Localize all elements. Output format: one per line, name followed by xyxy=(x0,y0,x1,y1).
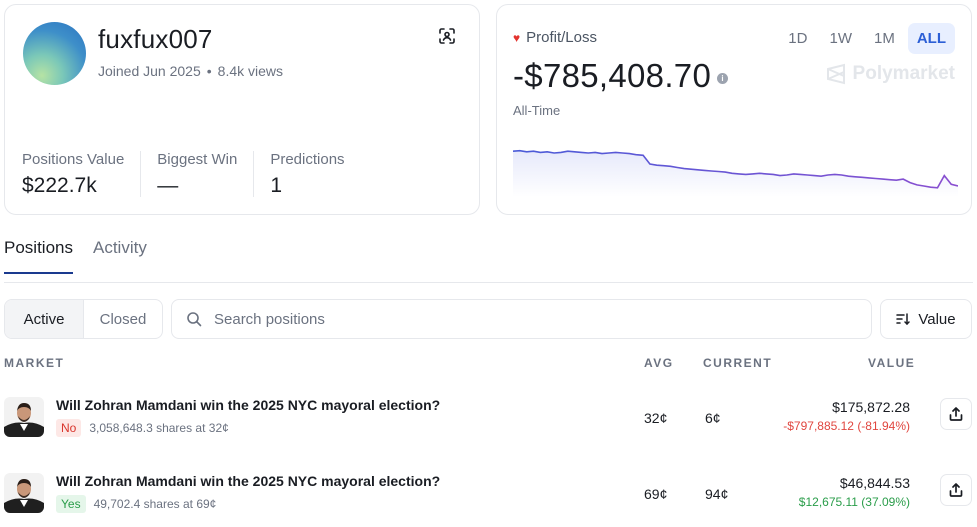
current-price: 94¢ xyxy=(705,486,729,502)
stat-label: Predictions xyxy=(270,151,345,168)
avg-price: 69¢ xyxy=(644,486,668,502)
sort-icon xyxy=(896,313,911,326)
profile-meta: Joined Jun 2025 • 8.4k views xyxy=(98,63,283,79)
position-details: Yes 49,702.4 shares at 69¢ xyxy=(56,495,216,513)
sort-button[interactable]: Value xyxy=(880,299,972,339)
separator-dot: • xyxy=(206,63,212,79)
tab-positions[interactable]: Positions xyxy=(4,238,73,274)
position-row[interactable]: Will Zohran Mamdani win the 2025 NYC may… xyxy=(4,473,972,527)
pnl-chart xyxy=(513,149,958,197)
stat-label: Positions Value xyxy=(22,151,125,168)
market-title[interactable]: Will Zohran Mamdani win the 2025 NYC may… xyxy=(56,397,440,413)
avg-price: 32¢ xyxy=(644,410,668,426)
shares-info: 3,058,648.3 shares at 32¢ xyxy=(89,421,229,435)
profile-tabs: Positions Activity xyxy=(4,238,147,274)
position-value: $175,872.28 -$797,885.12 (-81.94%) xyxy=(783,399,910,433)
position-row[interactable]: Will Zohran Mamdani win the 2025 NYC may… xyxy=(4,397,972,461)
profile-card: fuxfux007 Joined Jun 2025 • 8.4k views Pos… xyxy=(4,4,480,215)
pnl-card: ♥ Profit/Loss 1D 1W 1M ALL -$785,408.70 … xyxy=(496,4,972,215)
market-thumbnail xyxy=(4,397,44,437)
brand-watermark: Polymarket xyxy=(825,63,955,85)
avatar xyxy=(23,22,86,85)
profile-stats: Positions Value $222.7k Biggest Win — Pr… xyxy=(22,151,377,197)
position-value: $46,844.53 $12,675.11 (37.09%) xyxy=(799,475,910,509)
shares-info: 49,702.4 shares at 69¢ xyxy=(93,497,217,511)
header-current: CURRENT xyxy=(703,356,773,370)
market-thumbnail xyxy=(4,473,44,513)
range-tabs: 1D 1W 1M ALL xyxy=(779,23,955,54)
brand-name: Polymarket xyxy=(852,63,955,84)
pnl-label-text: Profit/Loss xyxy=(526,29,597,46)
joined-date: Joined Jun 2025 xyxy=(98,63,201,79)
pnl-value: -$785,408.70 i xyxy=(513,57,729,95)
segment-closed[interactable]: Closed xyxy=(84,300,162,338)
segment-active[interactable]: Active xyxy=(5,300,84,338)
outcome-badge: No xyxy=(56,419,82,437)
search-icon xyxy=(187,312,202,327)
search-input[interactable] xyxy=(214,310,854,328)
value-change: -$797,885.12 (-81.94%) xyxy=(783,419,910,433)
range-tab-1m[interactable]: 1M xyxy=(865,23,904,54)
header-market: MARKET xyxy=(4,356,65,370)
share-button[interactable] xyxy=(940,398,972,430)
share-button[interactable] xyxy=(940,474,972,506)
tab-activity[interactable]: Activity xyxy=(93,238,147,274)
range-tab-1d[interactable]: 1D xyxy=(779,23,816,54)
period-label: All-Time xyxy=(513,103,561,118)
stat-predictions: Predictions 1 xyxy=(270,151,360,197)
username: fuxfux007 xyxy=(98,24,213,54)
stat-value: $222.7k xyxy=(22,174,97,197)
tabs-divider xyxy=(4,282,973,283)
scan-profile-icon[interactable] xyxy=(438,27,456,45)
view-count: 8.4k views xyxy=(217,63,284,79)
info-icon[interactable]: i xyxy=(717,72,729,84)
share-icon xyxy=(949,407,963,421)
range-tab-1w[interactable]: 1W xyxy=(820,23,861,54)
position-details: No 3,058,648.3 shares at 32¢ xyxy=(56,419,229,437)
polymarket-logo-icon xyxy=(826,63,845,85)
status-toggle: Active Closed xyxy=(4,299,163,339)
value-amount: $175,872.28 xyxy=(832,399,910,415)
heart-icon: ♥ xyxy=(513,30,521,45)
pnl-label: ♥ Profit/Loss xyxy=(513,29,597,46)
pnl-amount: -$785,408.70 xyxy=(513,57,712,94)
value-amount: $46,844.53 xyxy=(839,475,910,491)
outcome-badge: Yes xyxy=(56,495,86,513)
header-value: VALUE xyxy=(868,356,916,370)
header-avg: AVG xyxy=(644,356,674,370)
range-tab-all[interactable]: ALL xyxy=(907,23,955,54)
share-icon xyxy=(949,483,963,497)
market-title[interactable]: Will Zohran Mamdani win the 2025 NYC may… xyxy=(56,473,440,489)
stat-value: 1 xyxy=(270,174,283,197)
stat-value: — xyxy=(157,174,179,197)
current-price: 6¢ xyxy=(705,410,721,426)
stat-biggest-win: Biggest Win — xyxy=(157,151,255,197)
stat-positions-value: Positions Value $222.7k xyxy=(22,151,142,197)
sort-label: Value xyxy=(918,310,956,328)
value-change: $12,675.11 (37.09%) xyxy=(798,495,910,509)
search-box xyxy=(171,299,872,339)
stat-label: Biggest Win xyxy=(157,151,238,168)
